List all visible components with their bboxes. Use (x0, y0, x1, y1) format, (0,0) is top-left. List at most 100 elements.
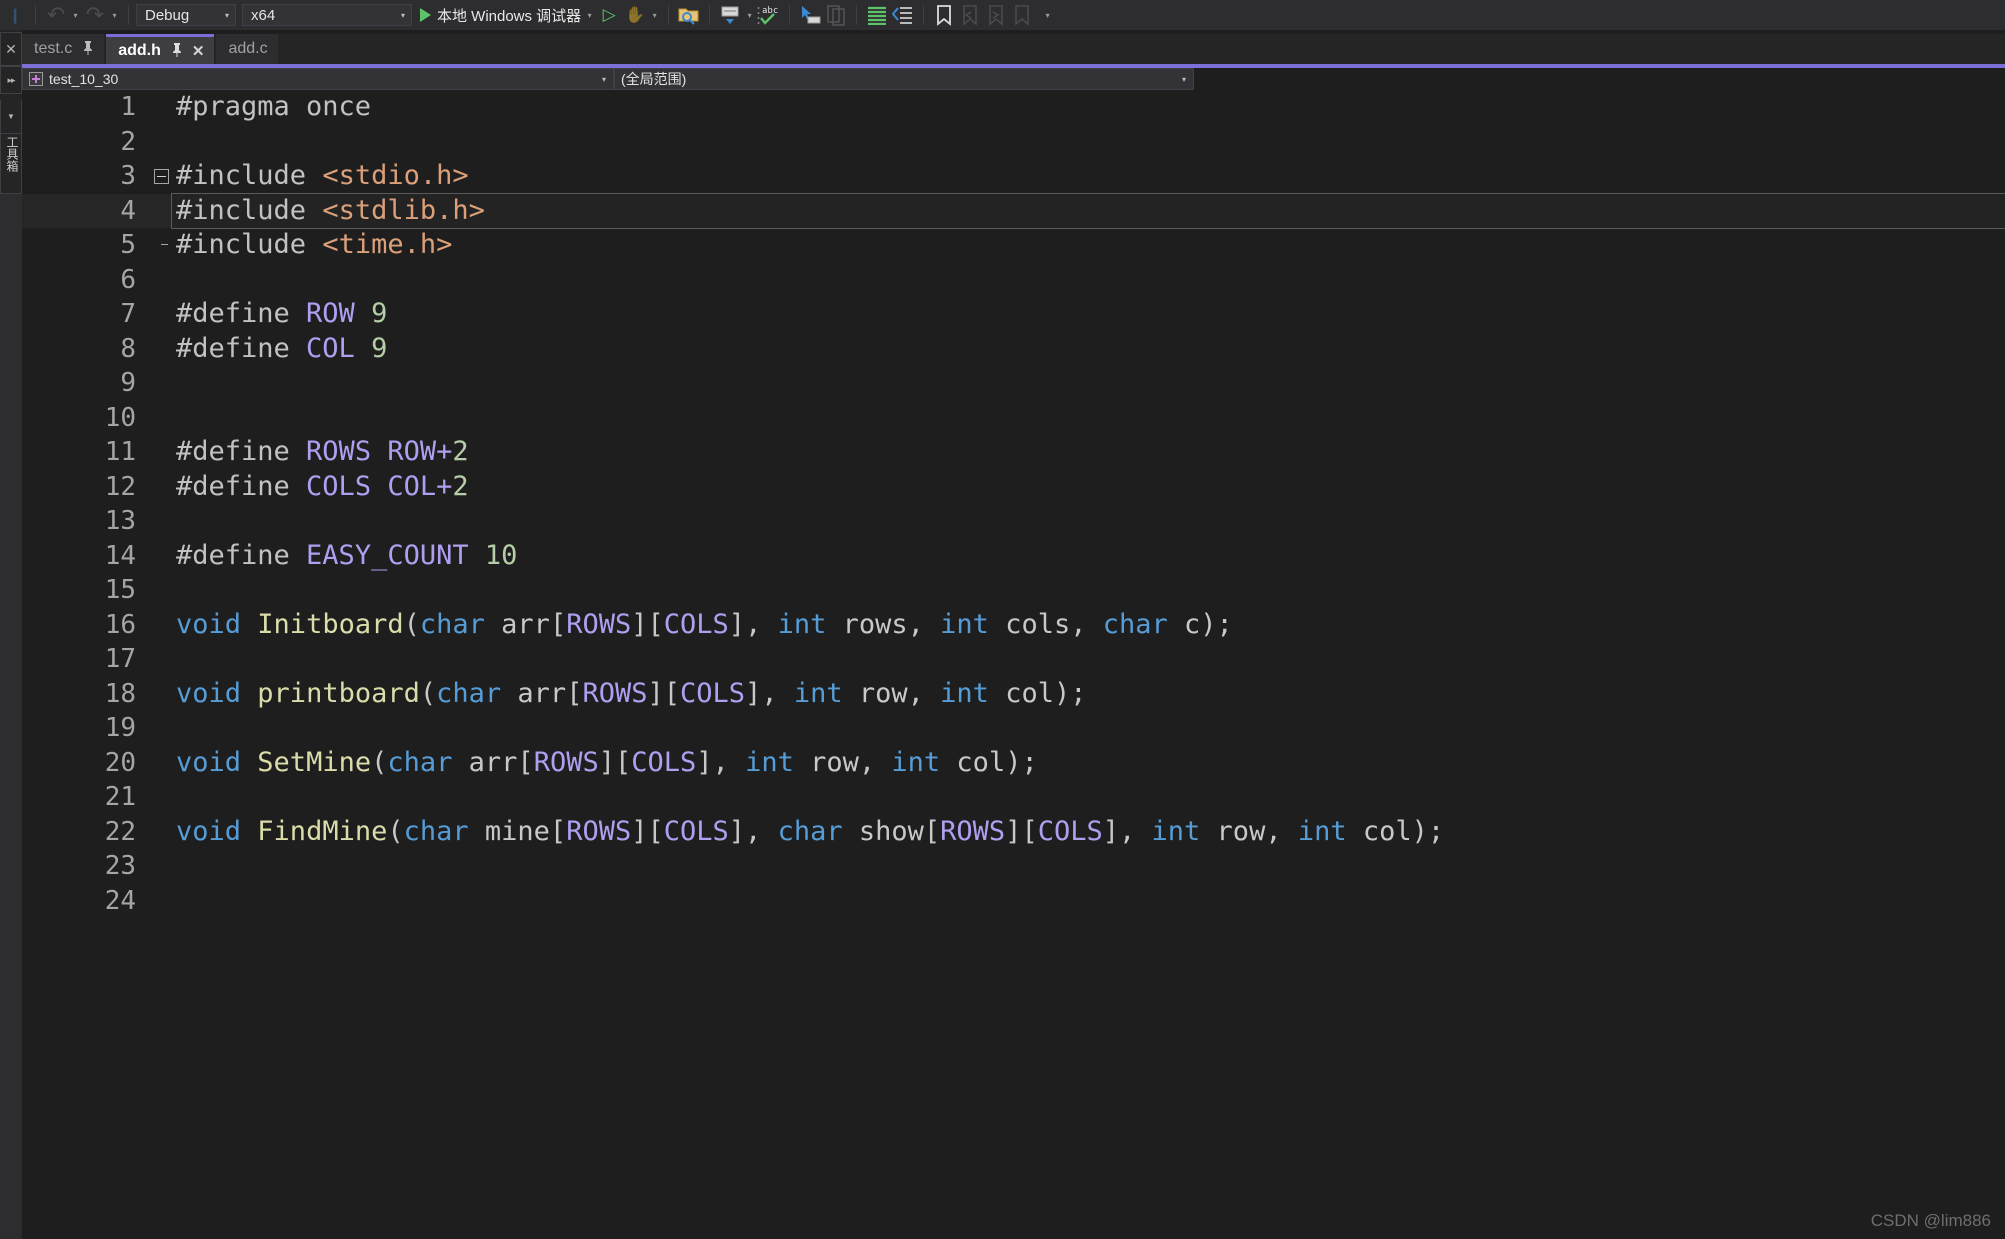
undo-dropdown-caret[interactable]: ▾ (69, 2, 82, 28)
close-icon[interactable]: ✕ (192, 42, 205, 60)
code-line[interactable]: 12 #define COLS COL+2 (22, 470, 2005, 505)
increase-indent-icon[interactable] (864, 2, 890, 28)
solution-platform-dropdown[interactable]: x64 ▾ (242, 4, 412, 26)
code-token: ROWS (566, 815, 632, 847)
code-text[interactable]: #define EASY_COUNT 10 (172, 539, 2005, 574)
code-line[interactable]: 9 (22, 366, 2005, 401)
redo-icon[interactable]: ↷ (82, 2, 108, 28)
start-without-debugging-icon[interactable]: ▷ (596, 2, 622, 28)
code-text[interactable] (172, 884, 2005, 919)
code-line[interactable]: 7 #define ROW 9 (22, 297, 2005, 332)
navigate-backward-icon[interactable]: ❙ (2, 2, 28, 28)
code-text[interactable] (172, 125, 2005, 160)
code-line[interactable]: 8 #define COL 9 (22, 332, 2005, 367)
code-text[interactable]: #define ROW 9 (172, 297, 2005, 332)
code-token: col); (1346, 815, 1445, 847)
code-line[interactable]: 3 #include <stdio.h> (22, 159, 2005, 194)
code-text[interactable]: void printboard(char arr[ROWS][COLS], in… (172, 677, 2005, 712)
project-scope-dropdown[interactable]: test_10_30 ▾ (22, 68, 614, 90)
code-token: ] (631, 608, 648, 640)
code-line[interactable]: 15 (22, 573, 2005, 608)
code-text[interactable]: #define COLS COL+2 (172, 470, 2005, 505)
spellcheck-abc-icon[interactable]: abc (756, 2, 782, 28)
paste-icon[interactable] (823, 2, 849, 28)
start-debugging-button[interactable]: 本地 Windows 调试器 (418, 5, 583, 26)
stop-hand-icon[interactable]: ✋ (622, 2, 648, 28)
code-text[interactable]: #pragma once (172, 90, 2005, 125)
code-line[interactable]: 10 (22, 401, 2005, 436)
code-text[interactable]: #include <stdlib.h> (171, 192, 2005, 229)
code-text[interactable] (172, 573, 2005, 608)
fold-collapse-icon[interactable] (150, 168, 172, 184)
code-text[interactable] (172, 711, 2005, 746)
code-text[interactable] (172, 366, 2005, 401)
code-line[interactable]: 14 #define EASY_COUNT 10 (22, 539, 2005, 574)
tab-test-c[interactable]: test.c (22, 34, 105, 64)
code-line[interactable]: 2 (22, 125, 2005, 160)
redo-dropdown-caret[interactable]: ▾ (108, 2, 121, 28)
code-line[interactable]: 4 #include <stdlib.h> (22, 192, 2005, 229)
code-line[interactable]: 6 (22, 263, 2005, 298)
select-tool-icon[interactable] (797, 2, 823, 28)
code-lines-container[interactable]: 1 #pragma once 2 3 #include <stdio.h> 4 #incl… (22, 90, 2005, 1239)
pin-icon[interactable] (81, 40, 94, 58)
code-text[interactable] (172, 849, 2005, 884)
toolbar-overflow-icon[interactable]: ▾ (1041, 2, 1054, 28)
solution-configuration-dropdown[interactable]: Debug ▾ (136, 4, 236, 26)
start-debugging-dropdown-caret[interactable]: ▾ (583, 2, 596, 28)
code-editor[interactable]: 1 #pragma once 2 3 #include <stdio.h> 4 #incl… (22, 90, 2005, 1239)
code-token: <stdlib.h> (322, 194, 485, 226)
comment-block-icon[interactable] (717, 2, 743, 28)
code-line[interactable]: 22 void FindMine(char mine[ROWS][COLS], c… (22, 815, 2005, 850)
code-text[interactable] (172, 504, 2005, 539)
code-line[interactable]: 16 void Initboard(char arr[ROWS][COLS], i… (22, 608, 2005, 643)
pin-icon[interactable] (170, 42, 183, 60)
tab-add-c[interactable]: add.c (216, 34, 278, 64)
code-line[interactable]: 18 void printboard(char arr[ROWS][COLS], … (22, 677, 2005, 712)
code-line[interactable]: 24 (22, 884, 2005, 919)
code-token: , (761, 677, 794, 709)
code-text[interactable]: #include <time.h> (172, 228, 2005, 263)
code-token: [ (549, 815, 567, 847)
member-scope-dropdown[interactable]: (全局范围) ▾ (614, 68, 1194, 90)
code-text[interactable]: void Initboard(char arr[ROWS][COLS], int… (172, 608, 2005, 643)
code-line[interactable]: 20 void SetMine(char arr[ROWS][COLS], int… (22, 746, 2005, 781)
find-in-files-icon[interactable] (676, 2, 702, 28)
undo-icon[interactable]: ↶ (43, 2, 69, 28)
stop-dropdown-caret[interactable]: ▾ (648, 2, 661, 28)
code-token: cols, (988, 608, 1103, 640)
code-text[interactable] (172, 780, 2005, 815)
decrease-indent-icon[interactable] (890, 2, 916, 28)
close-icon[interactable]: ✕ (0, 32, 22, 66)
code-line[interactable]: 11 #define ROWS ROW+2 (22, 435, 2005, 470)
code-text[interactable]: #include <stdio.h> (172, 159, 2005, 194)
code-line[interactable]: 19 (22, 711, 2005, 746)
code-text[interactable] (172, 263, 2005, 298)
code-line[interactable]: 17 (22, 642, 2005, 677)
toggle-bookmark-icon[interactable] (931, 2, 957, 28)
toolbox-tab[interactable]: 工具箱 (0, 134, 22, 194)
toolbar-separator (35, 5, 36, 25)
tab-add-h[interactable]: add.h ✕ (106, 34, 215, 64)
next-bookmark-icon[interactable] (983, 2, 1009, 28)
code-text[interactable]: #define ROWS ROW+2 (172, 435, 2005, 470)
code-line[interactable]: 21 (22, 780, 2005, 815)
code-text[interactable]: void SetMine(char arr[ROWS][COLS], int r… (172, 746, 2005, 781)
code-line[interactable]: 13 (22, 504, 2005, 539)
code-token: void (176, 815, 242, 847)
code-text[interactable]: #define COL 9 (172, 332, 2005, 367)
code-line[interactable]: 23 (22, 849, 2005, 884)
expand-panel-icon[interactable]: ▸▸ (0, 66, 22, 94)
clear-bookmarks-icon[interactable] (1009, 2, 1035, 28)
code-text[interactable] (172, 401, 2005, 436)
comment-dropdown-caret[interactable]: ▾ (743, 2, 756, 28)
previous-bookmark-icon[interactable] (957, 2, 983, 28)
code-line[interactable]: 1 #pragma once (22, 90, 2005, 125)
chevron-down-icon[interactable]: ▼ (0, 100, 22, 134)
code-line[interactable]: 5 #include <time.h> (22, 228, 2005, 263)
code-text[interactable]: void FindMine(char mine[ROWS][COLS], cha… (172, 815, 2005, 850)
code-text[interactable] (172, 642, 2005, 677)
code-token: ] (598, 746, 615, 778)
code-token: int (1297, 815, 1347, 847)
